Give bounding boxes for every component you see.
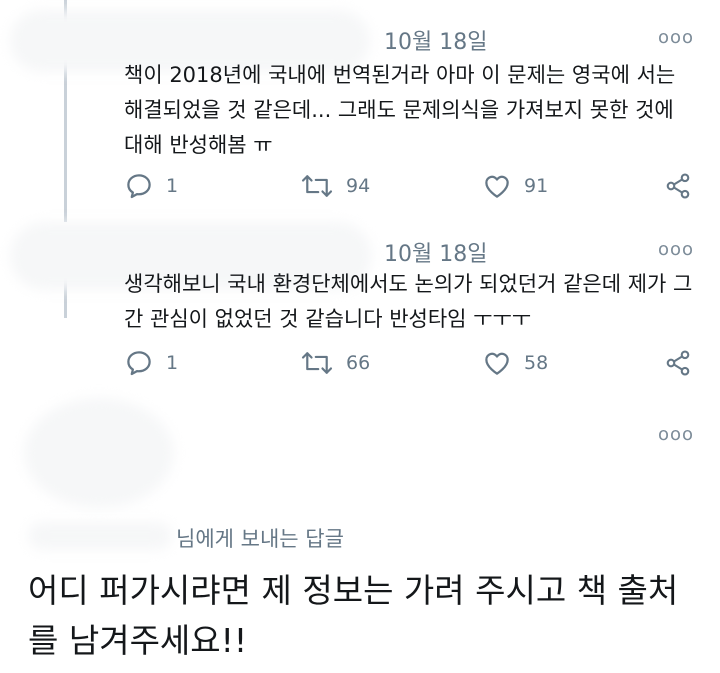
retweet-button[interactable]: 66	[300, 348, 370, 378]
reply-count: 1	[166, 352, 179, 374]
like-button[interactable]: 58	[482, 348, 548, 378]
redacted-avatar	[24, 398, 174, 508]
tweet-text: 책이 2018년에 국내에 번역된거라 아마 이 문제는 영국에 서는 해결되었…	[124, 63, 676, 157]
redacted-username	[28, 522, 172, 550]
like-count: 91	[524, 175, 549, 197]
retweet-icon	[301, 175, 333, 197]
reply-icon	[127, 351, 151, 376]
share-icon	[666, 173, 690, 199]
more-icon[interactable]: ooo	[658, 424, 694, 445]
tweet-date: 10월 18일	[384, 242, 488, 267]
reply-icon	[127, 174, 151, 199]
share-button[interactable]	[664, 171, 692, 201]
share-button[interactable]	[664, 348, 692, 378]
reply-text-input[interactable]: 어디 퍼가시랴면 제 정보는 가려 주시고 책 출처를 남겨주세요!!	[28, 566, 698, 666]
reply-count: 1	[166, 175, 179, 197]
like-icon	[485, 175, 509, 198]
tweet-date: 10월 18일	[384, 30, 488, 55]
like-icon	[485, 352, 509, 375]
retweet-count: 94	[346, 175, 371, 197]
more-icon[interactable]: ooo	[658, 239, 694, 260]
like-count: 58	[524, 352, 549, 374]
retweet-button[interactable]: 94	[300, 171, 370, 201]
reply-button[interactable]: 1	[124, 348, 178, 378]
reply-button[interactable]: 1	[124, 171, 178, 201]
share-icon	[666, 350, 690, 376]
like-button[interactable]: 91	[482, 171, 548, 201]
retweet-count: 66	[346, 352, 371, 374]
tweet-text: 생각해보니 국내 환경단체에서도 논의가 되었던거 같은데 제가 그간 관심이 …	[124, 272, 693, 331]
more-icon[interactable]: ooo	[658, 27, 694, 48]
retweet-icon	[301, 352, 333, 374]
replying-to-label: 님에게 보내는 답글	[176, 527, 344, 551]
